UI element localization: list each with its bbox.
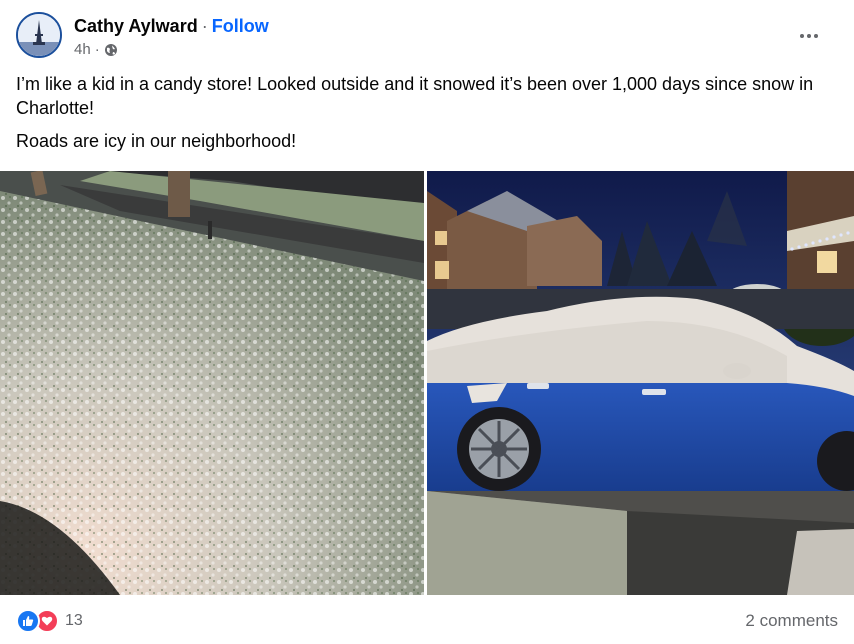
reactions-summary[interactable]: 13 bbox=[16, 609, 83, 633]
reaction-count: 13 bbox=[65, 612, 83, 629]
like-icon bbox=[16, 609, 40, 633]
snow-covered-car-photo[interactable] bbox=[427, 171, 854, 595]
post-time[interactable]: 4h bbox=[74, 40, 91, 60]
photo-grid bbox=[0, 171, 854, 595]
post-meta: Cathy Aylward · Follow 4h · bbox=[74, 12, 269, 60]
name-separator: · bbox=[201, 16, 208, 36]
name-line: Cathy Aylward · Follow bbox=[74, 14, 269, 38]
author-name[interactable]: Cathy Aylward bbox=[74, 16, 198, 36]
avatar[interactable] bbox=[16, 12, 62, 58]
time-separator: · bbox=[94, 41, 100, 58]
follow-button[interactable]: Follow bbox=[212, 16, 269, 36]
post-header: Cathy Aylward · Follow 4h · bbox=[16, 12, 838, 62]
more-options-icon[interactable] bbox=[794, 26, 824, 46]
post-subline: 4h · bbox=[74, 40, 269, 60]
post-paragraph-1: I’m like a kid in a candy store! Looked … bbox=[16, 74, 814, 118]
comments-count[interactable]: 2 comments bbox=[745, 611, 838, 631]
post-paragraph-2: Roads are icy in our neighborhood! bbox=[16, 131, 297, 151]
post-footer: 13 2 comments bbox=[16, 606, 838, 636]
post-card: Cathy Aylward·Follow 4h · I’m like a k bbox=[0, 0, 854, 644]
snowy-lawn-photo[interactable] bbox=[0, 171, 424, 595]
post-text: I’m like a kid in a candy store! Looked … bbox=[16, 72, 824, 162]
globe-icon bbox=[104, 43, 118, 57]
